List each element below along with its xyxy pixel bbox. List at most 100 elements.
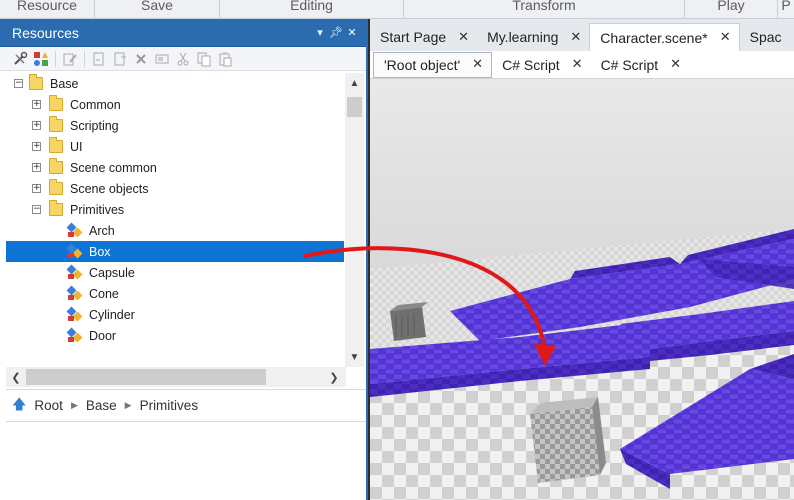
tree-item-base[interactable]: − Base [6,73,344,94]
shapes-icon[interactable] [31,50,51,68]
tree-horizontal-scrollbar[interactable]: ❮ ❯ [6,367,346,387]
panel-menu-icon[interactable]: ▾ [312,26,328,39]
expand-toggle[interactable]: + [32,100,41,109]
scroll-thumb[interactable] [347,97,362,117]
import-icon[interactable] [89,50,109,68]
expand-toggle[interactable]: + [32,184,41,193]
expand-toggle[interactable]: + [32,163,41,172]
tree-item-label: Cone [89,286,119,301]
tab-csharp-script-2[interactable]: C# Script ✕ [591,52,689,78]
ribbon-group-play: Play [685,0,778,18]
close-icon[interactable]: ✕ [570,30,581,45]
tab-root-object[interactable]: 'Root object' ✕ [373,51,493,78]
close-icon[interactable]: ✕ [572,57,583,72]
tab-label: Start Page [380,29,447,45]
tree-item-capsule[interactable]: Capsule [6,262,344,283]
resource-tree: − Base + Common + Scripting + UI + Scene… [6,73,344,367]
resources-panel: Resources ▾ 📌︎ ✕ − Base + Common + Scrip… [0,19,368,500]
tree-item-cylinder[interactable]: Cylinder [6,304,344,325]
tree-item-scene-common[interactable]: + Scene common [6,157,344,178]
primitive-icon [66,285,83,301]
folder-icon [49,95,63,111]
collapse-toggle[interactable]: − [32,205,41,214]
scroll-up-icon[interactable]: ▲ [345,73,364,93]
tree-item-cone[interactable]: Cone [6,283,344,304]
ribbon-group-editing: Editing [220,0,404,18]
close-icon[interactable]: ✕ [720,30,731,45]
tab-label: My.learning [487,29,559,45]
document-tab-strip: Start Page ✕ My.learning ✕ Character.sce… [370,19,794,51]
folder-icon [49,137,63,153]
up-arrow-icon[interactable]: 🡅 [12,394,26,418]
close-icon[interactable]: ✕ [472,57,483,72]
primitive-icon [66,264,83,280]
ribbon-group-save: Save [95,0,220,18]
tree-item-label: Scene objects [70,181,149,196]
tree-item-label: Door [89,328,117,343]
wrench-screwdriver-icon[interactable] [10,50,30,68]
tab-csharp-script[interactable]: C# Script ✕ [492,52,590,78]
tab-label: Spac [749,29,782,45]
tree-item-door[interactable]: Door [6,325,344,346]
tab-start-page[interactable]: Start Page ✕ [370,23,477,51]
panel-close-icon[interactable]: ✕ [344,26,360,39]
paste-icon[interactable] [215,50,235,68]
breadcrumb-separator-icon: ▶ [124,400,132,410]
tree-item-label: Scene common [70,160,157,175]
cut-icon[interactable] [173,50,193,68]
tree-item-label: Scripting [70,118,119,133]
folder-icon [49,158,63,174]
tab-label: C# Script [502,56,560,73]
tree-item-arch[interactable]: Arch [6,220,344,241]
copy-icon[interactable] [194,50,214,68]
expand-toggle[interactable]: + [32,142,41,151]
tab-label: C# Script [600,56,659,73]
close-icon[interactable]: ✕ [670,57,681,72]
scroll-down-icon[interactable]: ▼ [345,347,364,367]
primitive-icon [66,222,83,238]
scroll-right-icon[interactable]: ❯ [324,367,344,387]
tree-item-primitives[interactable]: − Primitives [6,199,344,220]
tree-item-ui[interactable]: + UI [6,136,344,157]
tree-item-box[interactable]: Box [6,241,344,262]
tree-item-label: Primitives [70,202,125,217]
ribbon-group-bar: Resource Save Editing Transform Play P [0,0,794,19]
tree-item-scripting[interactable]: + Scripting [6,115,344,136]
breadcrumb-primitives[interactable]: Primitives [140,398,199,413]
tree-item-label: Arch [89,223,115,238]
ribbon-group-partial: P [781,0,791,13]
resources-title-bar: Resources ▾ 📌︎ ✕ [0,19,366,47]
ribbon-group-transform: Transform [404,0,685,18]
rename-icon[interactable] [60,50,80,68]
ribbon-group-resource: Resource [0,0,95,18]
collapse-toggle[interactable]: − [14,79,23,88]
pin-icon[interactable]: 📌︎ [328,26,344,39]
tree-item-label: Capsule [89,265,135,280]
primitive-icon [66,243,83,259]
tree-vertical-scrollbar[interactable]: ▲ ▼ [345,73,364,367]
tab-character-scene[interactable]: Character.scene* ✕ [589,23,740,51]
expand-toggle[interactable]: + [32,121,41,130]
delete-icon[interactable] [131,50,151,68]
scroll-thumb[interactable] [26,369,266,385]
scene-viewport[interactable] [370,79,794,500]
breadcrumb-separator-icon: ▶ [70,400,78,410]
properties-icon[interactable] [152,50,172,68]
tree-item-common[interactable]: + Common [6,94,344,115]
close-icon[interactable]: ✕ [458,30,469,45]
breadcrumb-root[interactable]: Root [34,398,63,413]
tab-label: 'Root object' [384,56,461,73]
export-icon[interactable] [110,50,130,68]
tree-item-label: Base [50,76,79,91]
breadcrumb: 🡅 Root ▶ Base ▶ Primitives [6,389,366,422]
scroll-left-icon[interactable]: ❮ [6,367,26,387]
folder-icon [49,116,63,132]
breadcrumb-base[interactable]: Base [86,398,117,413]
tab-spac[interactable]: Spac [740,23,790,51]
scene-sub-tab-strip: 'Root object' ✕ C# Script ✕ C# Script ✕ [370,51,794,79]
tree-item-scene-objects[interactable]: + Scene objects [6,178,344,199]
tree-item-label: Common [70,97,121,112]
tab-my-learning[interactable]: My.learning ✕ [477,23,589,51]
tree-item-label: Box [89,244,111,259]
tree-item-label: Cylinder [89,307,135,322]
